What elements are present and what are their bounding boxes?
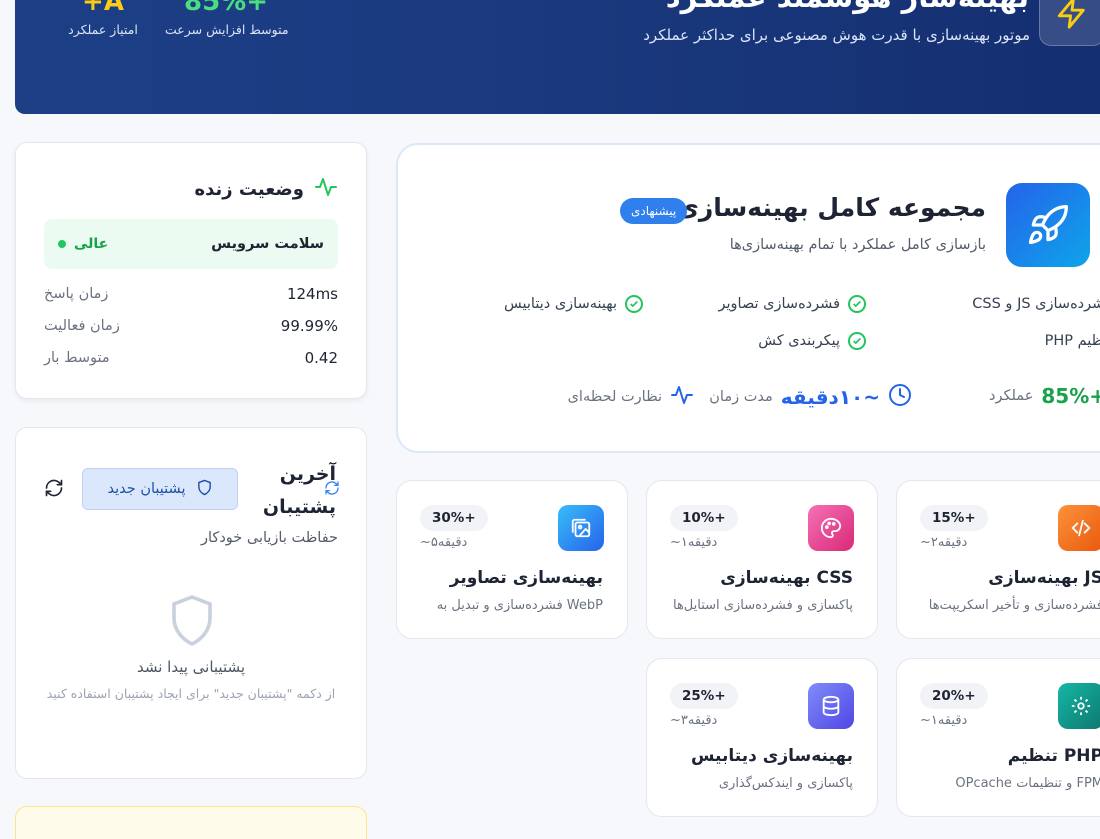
- service-health-label: سلامت سرویس: [211, 236, 324, 252]
- gain-badge: 10%+: [670, 505, 738, 531]
- card-description: فشرده‌سازی و تأخیر اسکریپت‌ها: [928, 598, 1100, 613]
- performance-stat: 85%+ عملکرد: [989, 383, 1100, 409]
- feature-item: بهینه‌سازی دیتابیس: [504, 295, 643, 313]
- card-title: تنظیم PHP: [1007, 746, 1100, 766]
- duration-value: ~۱۰دقیقه: [780, 385, 880, 409]
- feature-label: بهینه‌سازی دیتابیس: [504, 296, 617, 312]
- duration-label: مدت زمان: [709, 389, 773, 405]
- backups-subtitle: حفاظت بازیابی خودکار: [201, 530, 338, 546]
- time-estimate: ~۱دقیقه: [920, 713, 968, 728]
- card-description: پاکسازی و ایندکس‌گذاری: [718, 776, 853, 791]
- card-description: پاکسازی و فشرده‌سازی استایل‌ها: [672, 598, 853, 613]
- shield-icon: [196, 479, 213, 500]
- time-estimate: ~۲دقیقه: [920, 535, 968, 550]
- score-stat: A+ امتیاز عملکرد: [65, 0, 141, 37]
- backups-title: آخرین پشتیبان: [262, 463, 336, 518]
- score-stat-value: A+: [82, 0, 124, 17]
- feature-item: پیکربندی کش: [758, 332, 866, 350]
- suite-title: مجموعه کامل بهینه‌سازی: [675, 193, 986, 222]
- feature-label: فشرده‌سازی JS و CSS: [972, 296, 1100, 312]
- card-title: بهینه‌سازی CSS: [720, 568, 853, 588]
- metric-row: متوسط بار 0.42: [44, 346, 338, 370]
- check-icon: [625, 295, 643, 313]
- service-health-value: عالی: [74, 236, 109, 252]
- card-title: بهینه‌سازی JS: [988, 568, 1100, 588]
- suite-subtitle: بازسازی کامل عملکرد با تمام بهینه‌سازی‌ه…: [729, 237, 986, 253]
- card-title: بهینه‌سازی دیتابیس: [691, 746, 853, 766]
- palette-icon: [808, 505, 854, 551]
- live-status-header: وضعیت زنده: [194, 175, 338, 204]
- metric-label: متوسط بار: [44, 350, 110, 366]
- new-backup-button[interactable]: پشتیبان جدید: [82, 468, 238, 510]
- rocket-icon: [1006, 183, 1090, 267]
- metric-row: زمان فعالیت 99.99%: [44, 314, 338, 338]
- metric-label: زمان پاسخ: [44, 286, 109, 302]
- feature-label: فشرده‌سازی تصاویر: [718, 296, 840, 312]
- speed-stat: 85%+ متوسط افزایش سرعت: [165, 0, 289, 37]
- live-status-card: وضعیت زنده سلامت سرویس عالی زمان پاسخ 12…: [15, 142, 367, 399]
- feature-item: تنظیم PHP: [1045, 332, 1100, 350]
- time-estimate: ~۱دقیقه: [670, 535, 718, 550]
- lightning-icon: [1039, 0, 1100, 46]
- score-stat-label: امتیاز عملکرد: [68, 22, 138, 37]
- metric-label: زمان فعالیت: [44, 318, 120, 334]
- optimization-card-database[interactable]: 25%+ ~۳دقیقه بهینه‌سازی دیتابیس پاکسازی …: [646, 658, 878, 817]
- feature-label: تنظیم PHP: [1044, 333, 1100, 349]
- empty-state-hint: از دکمه "پشتیبان جدید" برای ایجاد پشتیبا…: [46, 686, 336, 701]
- optimization-card-css[interactable]: 10%+ ~۱دقیقه بهینه‌سازی CSS پاکسازی و فش…: [646, 480, 878, 639]
- metric-value: 99.99%: [280, 317, 338, 335]
- gain-badge: 15%+: [920, 505, 988, 531]
- gear-icon: [1058, 683, 1100, 729]
- optimization-card-php[interactable]: 20%+ ~۱دقیقه تنظیم PHP OPcache و تنظیمات…: [896, 658, 1100, 817]
- status-dot: [58, 240, 66, 248]
- clock-icon: [888, 383, 912, 411]
- performance-value: 85%+: [1041, 384, 1100, 408]
- optimization-card-js[interactable]: 15%+ ~۲دقیقه بهینه‌سازی JS فشرده‌سازی و …: [896, 480, 1100, 639]
- speed-stat-value: 85%+: [183, 0, 269, 17]
- refresh-icon[interactable]: [44, 478, 64, 502]
- database-icon: [808, 683, 854, 729]
- header-banner: بهینه‌ساز هوشمند عملکرد موتور بهینه‌سازی…: [15, 0, 1100, 114]
- new-backup-label: پشتیبان جدید: [107, 481, 186, 497]
- speed-stat-label: متوسط افزایش سرعت: [165, 22, 289, 37]
- backups-card: آخرین پشتیبان پشتیبان جدید حفاظت بازیابی…: [15, 427, 367, 779]
- service-health-status: عالی: [58, 236, 108, 252]
- activity-icon: [314, 175, 338, 204]
- gain-badge: 20%+: [920, 683, 988, 709]
- card-title: بهینه‌سازی تصاویر: [449, 568, 603, 588]
- activity-icon: [670, 383, 694, 411]
- check-icon: [848, 295, 866, 313]
- service-health-row: سلامت سرویس عالی: [44, 219, 338, 269]
- performance-label: عملکرد: [989, 388, 1034, 404]
- optimization-card-images[interactable]: 30%+ ~۵دقیقه بهینه‌سازی تصاویر فشرده‌ساز…: [396, 480, 628, 639]
- image-icon: [558, 505, 604, 551]
- full-suite-card[interactable]: مجموعه کامل بهینه‌سازی پیشنهادی بازسازی …: [396, 143, 1100, 453]
- empty-state-title: پشتیبانی پیدا نشد: [136, 658, 246, 676]
- page-title: بهینه‌ساز هوشمند عملکرد: [666, 0, 1029, 14]
- code-icon: [1058, 505, 1100, 551]
- check-icon: [848, 332, 866, 350]
- feature-item: فشرده‌سازی تصاویر: [718, 295, 866, 313]
- duration-stat: ~۱۰دقیقه مدت زمان: [709, 383, 912, 411]
- card-description: فشرده‌سازی و تبدیل به WebP: [436, 598, 603, 613]
- gain-badge: 25%+: [670, 683, 738, 709]
- metric-value: 0.42: [304, 349, 338, 367]
- time-estimate: ~۳دقیقه: [670, 713, 718, 728]
- monitor-stat: نظارت لحظه‌ای: [568, 383, 694, 411]
- metric-row: زمان پاسخ 124ms: [44, 282, 338, 306]
- monitor-label: نظارت لحظه‌ای: [567, 389, 662, 405]
- recommended-badge: پیشنهادی: [620, 198, 688, 224]
- card-description: OPcache و تنظیمات FPM: [955, 776, 1100, 791]
- notice-card: [15, 806, 367, 839]
- feature-label: پیکربندی کش: [758, 333, 840, 349]
- page-subtitle: موتور بهینه‌سازی با قدرت هوش مصنوعی برای…: [643, 26, 1030, 44]
- empty-shield-icon: [168, 594, 216, 652]
- metric-value: 124ms: [286, 285, 338, 303]
- gain-badge: 30%+: [420, 505, 488, 531]
- live-status-title: وضعیت زنده: [194, 179, 304, 200]
- feature-item: فشرده‌سازی JS و CSS: [972, 295, 1100, 313]
- time-estimate: ~۵دقیقه: [420, 535, 468, 550]
